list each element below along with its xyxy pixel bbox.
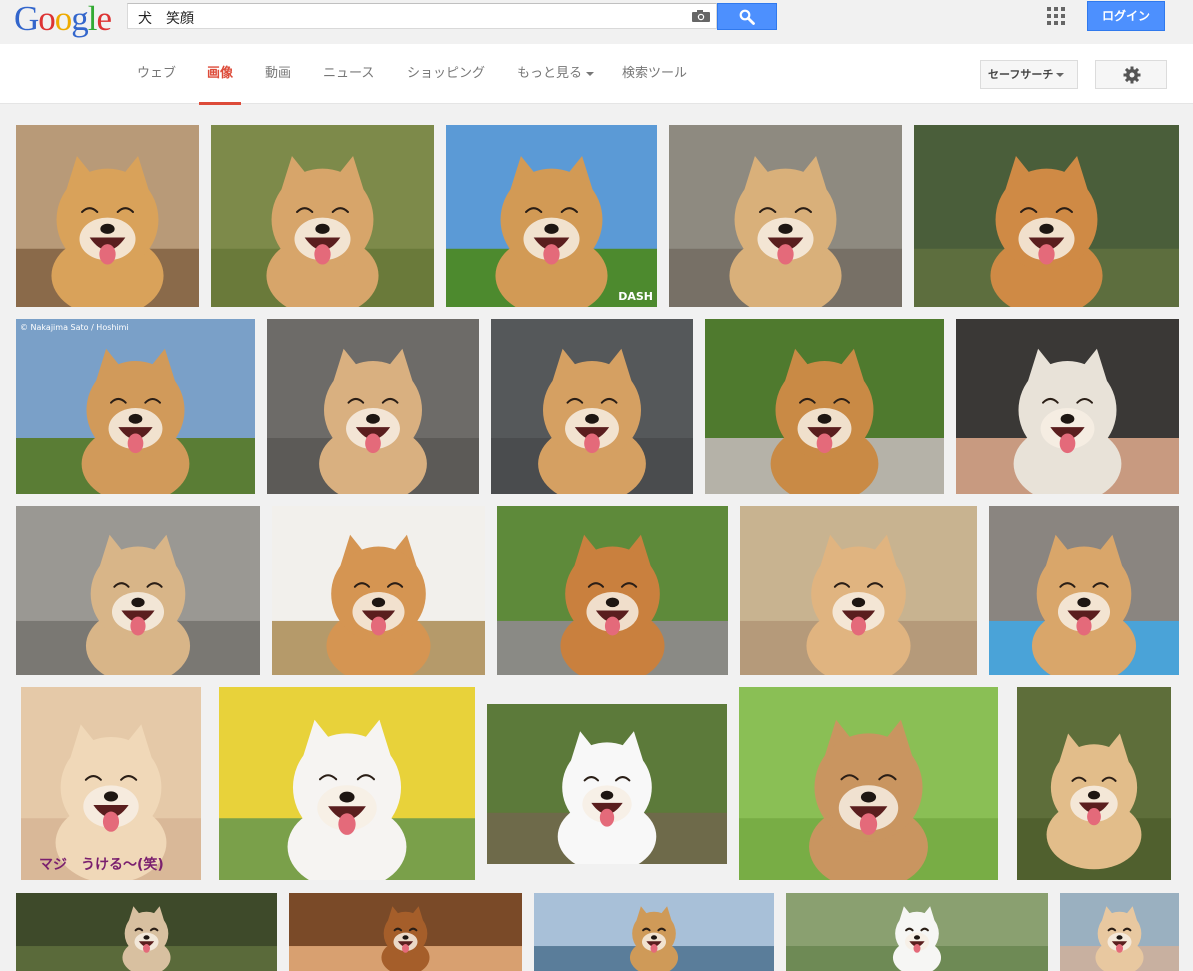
tab-more[interactable]: もっと見る [517, 44, 595, 104]
dog-photo [219, 687, 475, 880]
tab-web[interactable]: ウェブ [137, 44, 176, 104]
dog-photo [16, 125, 199, 307]
dog-photo [1060, 893, 1179, 971]
image-result[interactable] [289, 893, 522, 971]
image-result[interactable] [16, 125, 199, 307]
image-result[interactable]: DASH [446, 125, 657, 307]
dog-photo [1017, 687, 1171, 880]
magnifier-icon [739, 9, 755, 25]
dog-photo [705, 319, 944, 494]
search-input[interactable]: 犬 笑顔 [138, 8, 194, 28]
image-result[interactable] [740, 506, 977, 675]
image-result[interactable] [669, 125, 902, 307]
logo-letter-3: g [71, 0, 88, 38]
dog-photo [491, 319, 693, 494]
tab-more-label: もっと見る [517, 66, 583, 81]
tab-news[interactable]: ニュース [323, 44, 374, 104]
dog-photo [914, 125, 1179, 307]
dog-photo [534, 893, 774, 971]
image-result[interactable] [267, 319, 479, 494]
dog-photo [739, 687, 998, 880]
logo-letter-1: o [38, 0, 55, 38]
image-result[interactable] [487, 704, 727, 864]
search-button[interactable] [717, 3, 777, 30]
image-result[interactable] [534, 893, 774, 971]
dog-photo [487, 704, 727, 864]
image-result[interactable]: マジ うける～(笑) [21, 687, 201, 880]
apps-grid-icon[interactable] [1047, 7, 1065, 25]
image-result[interactable]: © Nakajima Sato / Hoshimi [16, 319, 255, 494]
dog-photo [21, 687, 201, 880]
dog-photo [267, 319, 479, 494]
dog-photo [16, 893, 277, 971]
tab-shopping[interactable]: ショッピング [407, 44, 485, 104]
image-watermark: DASH [618, 290, 653, 303]
image-result[interactable] [1017, 687, 1171, 880]
dog-photo [497, 506, 728, 675]
logo-letter-2: o [54, 0, 72, 38]
settings-button[interactable] [1095, 60, 1167, 89]
logo-letter-4: l [87, 0, 98, 38]
tab-videos[interactable]: 動画 [265, 44, 291, 104]
dog-photo [786, 893, 1048, 971]
gear-icon [1123, 66, 1141, 84]
image-result[interactable] [16, 506, 260, 675]
image-result[interactable] [211, 125, 434, 307]
dog-photo [446, 125, 657, 307]
dog-photo [289, 893, 522, 971]
image-result[interactable] [786, 893, 1048, 971]
dog-photo [669, 125, 902, 307]
image-caption: マジ うける～(笑) [39, 857, 164, 873]
image-result[interactable] [989, 506, 1179, 675]
chevron-down-icon [586, 71, 595, 76]
tab-search-tools[interactable]: 検索ツール [622, 44, 687, 104]
google-logo[interactable]: Google [14, 0, 113, 41]
dog-photo [956, 319, 1179, 494]
dog-photo [740, 506, 977, 675]
dog-photo [211, 125, 434, 307]
image-result[interactable] [914, 125, 1179, 307]
safesearch-dropdown[interactable]: セーフサーチ [980, 60, 1078, 89]
safesearch-label: セーフサーチ [988, 68, 1054, 81]
tab-images[interactable]: 画像 [198, 44, 242, 105]
image-result[interactable] [1060, 893, 1179, 971]
dog-photo [272, 506, 485, 675]
image-result[interactable] [491, 319, 693, 494]
dog-photo [16, 319, 255, 494]
top-bar: Google 犬 笑顔 ログイン [0, 0, 1193, 44]
dog-photo [989, 506, 1179, 675]
login-button[interactable]: ログイン [1087, 1, 1165, 31]
logo-letter-0: G [14, 0, 39, 38]
image-result[interactable] [16, 893, 277, 971]
image-result[interactable] [497, 506, 728, 675]
logo-letter-5: e [96, 0, 113, 38]
chevron-down-icon [1056, 73, 1065, 77]
search-nav-bar: ウェブ 画像 動画 ニュース ショッピング もっと見る 検索ツール セーフサーチ [0, 44, 1193, 105]
image-result[interactable] [705, 319, 944, 494]
camera-icon[interactable] [692, 10, 710, 22]
image-result[interactable] [219, 687, 475, 880]
dog-photo [16, 506, 260, 675]
image-result[interactable] [739, 687, 998, 880]
image-result[interactable] [956, 319, 1179, 494]
search-box[interactable]: 犬 笑顔 [127, 3, 717, 29]
image-watermark: © Nakajima Sato / Hoshimi [20, 323, 129, 332]
image-result[interactable] [272, 506, 485, 675]
